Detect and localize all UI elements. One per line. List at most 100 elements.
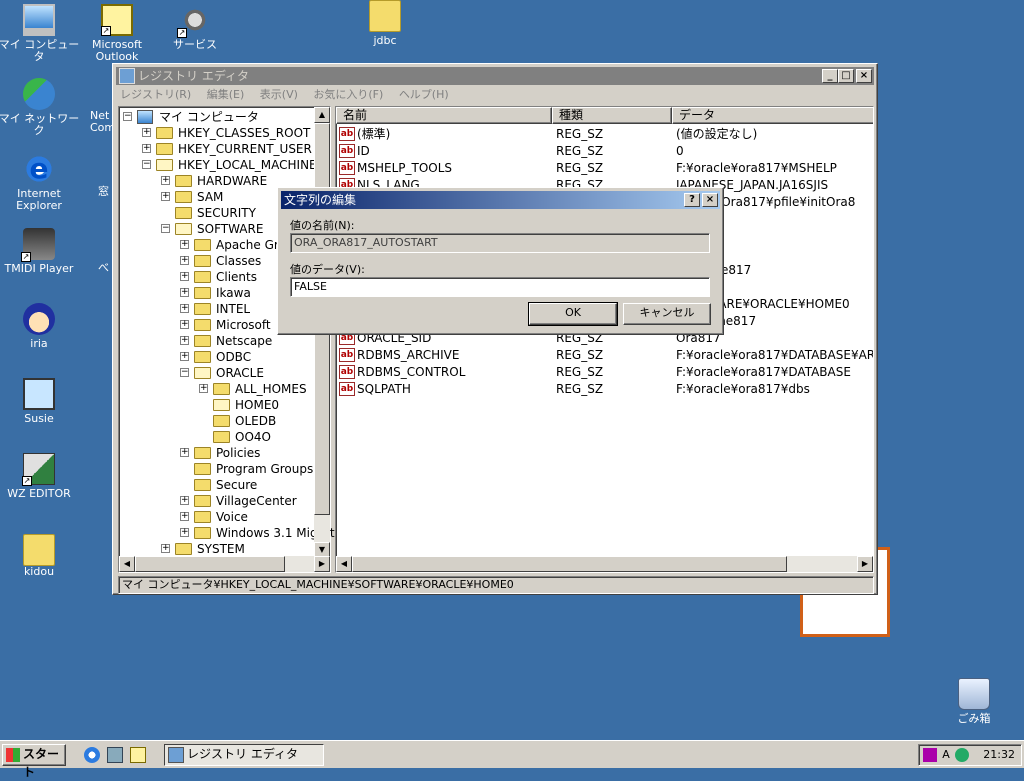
ok-button[interactable]: OK	[528, 302, 618, 326]
scroll-thumb[interactable]	[352, 556, 787, 572]
tree-expander[interactable]: −	[180, 368, 189, 377]
value-row[interactable]: ab RDBMS_CONTROL REG_SZ F:¥oracle¥ora817¥DA…	[336, 364, 872, 381]
desktop-icon-services[interactable]: ↗ サービス	[153, 4, 237, 51]
tree-expander[interactable]: +	[180, 528, 189, 537]
tree-expander[interactable]: +	[180, 288, 189, 297]
close-button[interactable]: ×	[856, 69, 872, 83]
tree-expander[interactable]: +	[180, 256, 189, 265]
tray-network-icon[interactable]	[955, 748, 969, 762]
desktop-icon-internet-explorer[interactable]: e Internet Explorer	[0, 153, 81, 212]
tree-expander[interactable]: +	[180, 272, 189, 281]
recycle-bin-icon	[958, 678, 990, 710]
tree-expander[interactable]: +	[161, 544, 170, 553]
window-titlebar[interactable]: レジストリ エディタ _ □ ×	[116, 67, 874, 85]
outlook-quicklaunch-icon[interactable]	[130, 747, 146, 763]
dialog-titlebar[interactable]: 文字列の編集 ? ×	[281, 191, 720, 209]
desktop-icon-wz-editor[interactable]: ↗ WZ EDITOR	[0, 453, 81, 500]
menu-view[interactable]: 表示(V)	[260, 88, 298, 101]
tree-expander[interactable]: +	[142, 128, 151, 137]
menu-registry[interactable]: レジストリ(R)	[120, 88, 191, 101]
tree-node-label: Clients	[216, 270, 257, 284]
tree-expander[interactable]: +	[180, 512, 189, 521]
tree-expander[interactable]: +	[180, 496, 189, 505]
help-button[interactable]: ?	[684, 193, 700, 207]
desktop-icon-kidou[interactable]: kidou	[0, 528, 81, 578]
tree-horizontal-scrollbar[interactable]: ◀ ▶	[119, 556, 330, 572]
column-header-data[interactable]: データ	[672, 107, 873, 124]
tree-node-label: Secure	[216, 478, 258, 492]
string-value-icon: ab	[339, 365, 355, 379]
menu-help[interactable]: ヘルプ(H)	[399, 88, 449, 101]
tree-expander[interactable]: −	[161, 224, 170, 233]
column-header-type[interactable]: 種類	[552, 107, 672, 124]
menu-edit[interactable]: 編集(E)	[207, 88, 245, 101]
tree-expander[interactable]: +	[180, 448, 189, 457]
value-list-pane[interactable]: 名前 種類 データ ab (標準) REG_SZ (値の設定なし) ab ID REG_SZ…	[335, 106, 874, 573]
folder-icon	[213, 431, 230, 443]
value-data: F:¥oracle¥ora817¥DATABASE	[676, 365, 851, 379]
dialog-close-button[interactable]: ×	[702, 193, 718, 207]
tree-expander[interactable]: +	[180, 336, 189, 345]
desktop-icon-jdbc[interactable]: jdbc	[343, 0, 427, 47]
scroll-thumb[interactable]	[135, 556, 285, 572]
tree-expander[interactable]: −	[142, 160, 151, 169]
scroll-left-button[interactable]: ◀	[119, 556, 135, 572]
value-row[interactable]: ab SQLPATH REG_SZ F:¥oracle¥ora817¥dbs	[336, 381, 872, 398]
value-row[interactable]: ab ID REG_SZ 0	[336, 143, 872, 160]
desktop-icon-my-computer[interactable]: マイ コンピュータ	[0, 4, 81, 63]
scroll-up-button[interactable]: ▲	[314, 107, 330, 123]
value-row[interactable]: ab (標準) REG_SZ (値の設定なし)	[336, 126, 872, 143]
tree-expander[interactable]: +	[161, 192, 170, 201]
value-data-input[interactable]: FALSE	[290, 277, 710, 297]
maximize-button[interactable]: □	[838, 69, 854, 83]
list-horizontal-scrollbar[interactable]: ◀ ▶	[336, 556, 873, 572]
tree-node-label: ODBC	[216, 350, 252, 364]
scroll-left-button[interactable]: ◀	[336, 556, 352, 572]
ie-quicklaunch-icon[interactable]	[84, 747, 100, 763]
menu-favorites[interactable]: お気に入り(F)	[313, 88, 383, 101]
cancel-button[interactable]: キャンセル	[623, 303, 711, 325]
tree-expander[interactable]: +	[161, 176, 170, 185]
tree-expander[interactable]: +	[142, 144, 151, 153]
folder-icon	[194, 495, 211, 507]
dialog-title: 文字列の編集	[284, 193, 357, 207]
desktop-icon-label: Microsoft Outlook	[91, 38, 143, 63]
tree-expander[interactable]: +	[180, 240, 189, 249]
show-desktop-icon[interactable]	[107, 747, 123, 763]
minimize-button[interactable]: _	[822, 69, 838, 83]
folder-icon	[175, 175, 192, 187]
tree-expander[interactable]: +	[180, 304, 189, 313]
value-type: REG_SZ	[556, 144, 604, 158]
desktop-icon-susie[interactable]: Susie	[0, 378, 81, 425]
value-row[interactable]: ab MSHELP_TOOLS REG_SZ F:¥oracle¥ora817¥MSH…	[336, 160, 872, 177]
desktop-icon-outlook[interactable]: ↗ Microsoft Outlook	[75, 4, 159, 63]
scroll-right-button[interactable]: ▶	[857, 556, 873, 572]
value-name-field[interactable]: ORA_ORA817_AUTOSTART	[290, 233, 710, 253]
tree-node-label: Netscape	[216, 334, 273, 348]
scroll-right-button[interactable]: ▶	[314, 556, 330, 572]
key-tree-pane[interactable]: − マイ コンピュータ + HKEY_CLASSES_ROOT + HKEY_CURREN…	[118, 106, 335, 573]
folder-icon	[194, 255, 211, 267]
tree-node-label: HARDWARE	[197, 174, 268, 188]
tree-expander[interactable]: −	[123, 112, 132, 121]
tree-expander[interactable]: +	[199, 384, 208, 393]
value-row[interactable]: ab RDBMS_ARCHIVE REG_SZ F:¥oracle¥ora817¥DA…	[336, 347, 873, 364]
clock[interactable]: 21:32	[983, 748, 1015, 761]
tree-expander[interactable]: +	[180, 320, 189, 329]
tray-app-icon[interactable]	[923, 748, 937, 762]
taskbar-item-registry-editor[interactable]: レジストリ エディタ	[164, 744, 324, 766]
start-button[interactable]: スタート	[2, 744, 66, 779]
value-type: REG_SZ	[556, 382, 604, 396]
tree-node-label: OO4O	[235, 430, 271, 444]
desktop-icon-tmidi[interactable]: ↗ TMIDI Player	[0, 228, 81, 275]
taskbar-item-label: レジストリ エディタ	[187, 747, 298, 761]
desktop-icon-recycle-bin[interactable]: ごみ箱	[932, 678, 1016, 725]
desktop-icon-network[interactable]: マイ ネットワーク	[0, 78, 81, 137]
tree-node-label: Ikawa	[216, 286, 251, 300]
desktop-icon-iria[interactable]: iria	[0, 303, 81, 350]
tree-expander[interactable]: +	[180, 352, 189, 361]
string-value-icon: ab	[339, 348, 355, 362]
tray-ime-icon[interactable]: A	[939, 748, 953, 762]
column-header-name[interactable]: 名前	[336, 107, 552, 124]
susie-icon	[23, 378, 55, 410]
